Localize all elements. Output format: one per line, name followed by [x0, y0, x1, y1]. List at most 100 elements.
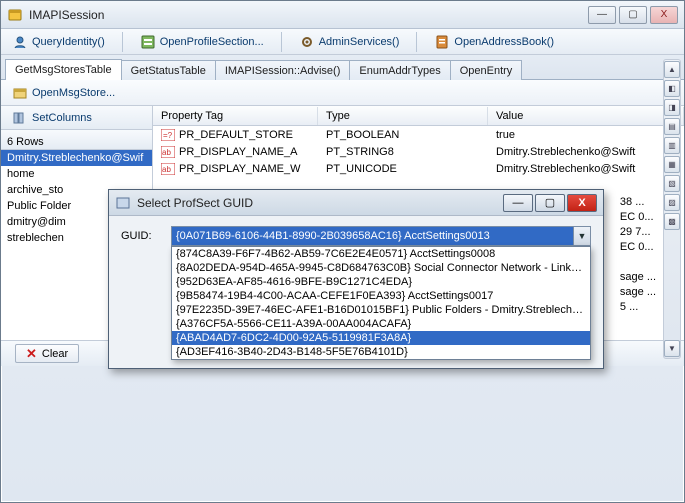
toolbar-label: OpenProfileSection...: [160, 36, 264, 48]
store-icon: [12, 85, 28, 101]
cell-tag: PR_DISPLAY_NAME_W: [179, 163, 300, 175]
clipped-text: 5 ...: [620, 300, 656, 315]
separator: [281, 32, 282, 52]
tab-getmsgstorestable[interactable]: GetMsgStoresTable: [5, 59, 122, 80]
table-row[interactable]: =? PR_DEFAULT_STORE PT_BOOLEAN true: [153, 126, 684, 143]
open-msg-store-button[interactable]: OpenMsgStore...: [5, 82, 122, 104]
chevron-down-icon: ▼: [578, 231, 587, 241]
bool-icon: =?: [161, 129, 175, 141]
row-count: 6 Rows: [1, 130, 152, 150]
scroll-tool-icon[interactable]: ▨: [664, 194, 680, 211]
toolbar-label: AdminServices(): [319, 36, 400, 48]
list-item[interactable]: Dmitry.Streblechenko@Swif: [1, 150, 152, 166]
tab-openentry[interactable]: OpenEntry: [450, 60, 523, 80]
scroll-tool-icon[interactable]: ▤: [664, 118, 680, 135]
dialog-body: GUID: ▼ {874C8A39-F6F7-4B62-AB59-7C6E2E4…: [109, 216, 603, 256]
clipped-values: 38 ... EC 0... 29 7... EC 0... sage ... …: [620, 195, 656, 315]
clipped-text: 29 7...: [620, 225, 656, 240]
dropdown-item[interactable]: {AD3EF416-3B40-2D43-B148-5F5E76B4101D}: [172, 345, 590, 359]
query-identity-button[interactable]: QueryIdentity(): [5, 31, 112, 53]
dialog-close-button[interactable]: X: [567, 194, 597, 212]
dialog-title: Select ProfSect GUID: [137, 196, 503, 210]
clipped-text: sage ...: [620, 270, 656, 285]
scroll-tool-icon[interactable]: ◨: [664, 99, 680, 116]
separator: [416, 32, 417, 52]
svg-text:ab: ab: [162, 165, 171, 174]
tab-strip: GetMsgStoresTable GetStatusTable IMAPISe…: [1, 55, 684, 80]
sub-toolbar: OpenMsgStore...: [1, 80, 684, 106]
clear-x-icon: ✕: [26, 347, 37, 360]
select-profsect-guid-dialog: Select ProfSect GUID — ▢ X GUID: ▼ {874C…: [108, 189, 604, 369]
list-item[interactable]: home: [1, 166, 152, 182]
dropdown-item[interactable]: {9B58474-19B4-4C00-ACAA-CEFE1F0EA393} Ac…: [172, 289, 590, 303]
col-type[interactable]: Type: [318, 107, 488, 125]
scroll-tool-icon[interactable]: ▥: [664, 137, 680, 154]
tab-getstatustable[interactable]: GetStatusTable: [121, 60, 216, 80]
cell-type: PT_UNICODE: [318, 162, 488, 176]
dialog-titlebar[interactable]: Select ProfSect GUID — ▢ X: [109, 190, 603, 216]
clear-label: Clear: [42, 348, 68, 360]
cell-value: Dmitry.Streblechenko@Swift: [488, 145, 684, 159]
grid-header: Property Tag Type Value: [153, 106, 684, 126]
cell-type: PT_STRING8: [318, 145, 488, 159]
clear-button[interactable]: ✕ Clear: [15, 344, 79, 363]
dropdown-item[interactable]: {ABAD4AD7-6DC2-4D00-92A5-5119981F3A8A}: [172, 331, 590, 345]
set-columns-button[interactable]: SetColumns: [5, 107, 99, 129]
right-scrollbar[interactable]: ▲ ◧ ◨ ▤ ▥ ▦ ▧ ▨ ▩ ▼: [663, 59, 681, 359]
scroll-tool-icon[interactable]: ▩: [664, 213, 680, 230]
col-value[interactable]: Value: [488, 107, 684, 125]
dialog-minimize-button[interactable]: —: [503, 194, 533, 212]
guid-input[interactable]: [171, 226, 591, 246]
left-toolbar: SetColumns: [1, 106, 152, 130]
cell-tag: PR_DEFAULT_STORE: [179, 129, 293, 141]
columns-icon: [12, 110, 28, 126]
tab-advise[interactable]: IMAPISession::Advise(): [215, 60, 351, 80]
svg-text:ab: ab: [162, 148, 171, 157]
minimize-button[interactable]: —: [588, 6, 616, 24]
window-controls: — ▢ X: [585, 6, 678, 24]
dropdown-item[interactable]: {874C8A39-F6F7-4B62-AB59-7C6E2E4E0571} A…: [172, 247, 590, 261]
profile-icon: [140, 34, 156, 50]
toolbar-label: OpenAddressBook(): [454, 36, 554, 48]
scroll-tool-icon[interactable]: ▦: [664, 156, 680, 173]
window-title: IMAPISession: [29, 8, 585, 22]
addressbook-icon: [434, 34, 450, 50]
scroll-up-icon[interactable]: ▲: [664, 61, 680, 78]
toolbar-label: QueryIdentity(): [32, 36, 105, 48]
string-icon: ab: [161, 146, 175, 158]
dialog-maximize-button[interactable]: ▢: [535, 194, 565, 212]
guid-dropdown[interactable]: {874C8A39-F6F7-4B62-AB59-7C6E2E4E0571} A…: [171, 246, 591, 360]
separator: [122, 32, 123, 52]
guid-row: GUID: ▼ {874C8A39-F6F7-4B62-AB59-7C6E2E4…: [121, 226, 591, 246]
scroll-tool-icon[interactable]: ◧: [664, 80, 680, 97]
admin-services-button[interactable]: AdminServices(): [292, 31, 407, 53]
string-icon: ab: [161, 163, 175, 175]
table-row[interactable]: ab PR_DISPLAY_NAME_A PT_STRING8 Dmitry.S…: [153, 143, 684, 160]
open-profile-section-button[interactable]: OpenProfileSection...: [133, 31, 271, 53]
scroll-down-icon[interactable]: ▼: [664, 340, 680, 357]
dropdown-item[interactable]: {97E2235D-39E7-46EC-AFE1-B16D01015BF1} P…: [172, 303, 590, 317]
open-address-book-button[interactable]: OpenAddressBook(): [427, 31, 561, 53]
col-property-tag[interactable]: Property Tag: [153, 107, 318, 125]
dialog-window-controls: — ▢ X: [503, 194, 597, 212]
main-titlebar[interactable]: IMAPISession — ▢ X: [1, 1, 684, 29]
combo-dropdown-button[interactable]: ▼: [573, 227, 590, 245]
tab-enumaddrtypes[interactable]: EnumAddrTypes: [349, 60, 450, 80]
dropdown-item[interactable]: {A376CF5A-5566-CE11-A39A-00AA004ACAFA}: [172, 317, 590, 331]
close-button[interactable]: X: [650, 6, 678, 24]
clipped-text: EC 0...: [620, 240, 656, 255]
clipped-text: sage ...: [620, 285, 656, 300]
guid-label: GUID:: [121, 230, 161, 242]
dropdown-item[interactable]: {8A02DEDA-954D-465A-9945-C8D684763C0B} S…: [172, 261, 590, 275]
guid-combobox[interactable]: ▼ {874C8A39-F6F7-4B62-AB59-7C6E2E4E0571}…: [171, 226, 591, 246]
open-msg-store-label: OpenMsgStore...: [32, 87, 115, 99]
maximize-button[interactable]: ▢: [619, 6, 647, 24]
cell-type: PT_BOOLEAN: [318, 128, 488, 142]
table-row[interactable]: ab PR_DISPLAY_NAME_W PT_UNICODE Dmitry.S…: [153, 160, 684, 177]
identity-icon: [12, 34, 28, 50]
scroll-tool-icon[interactable]: ▧: [664, 175, 680, 192]
cell-value: Dmitry.Streblechenko@Swift: [488, 162, 684, 176]
dropdown-item[interactable]: {952D63EA-AF85-4616-9BFE-B9C1271C4EDA}: [172, 275, 590, 289]
gear-icon: [299, 34, 315, 50]
clipped-text: EC 0...: [620, 210, 656, 225]
